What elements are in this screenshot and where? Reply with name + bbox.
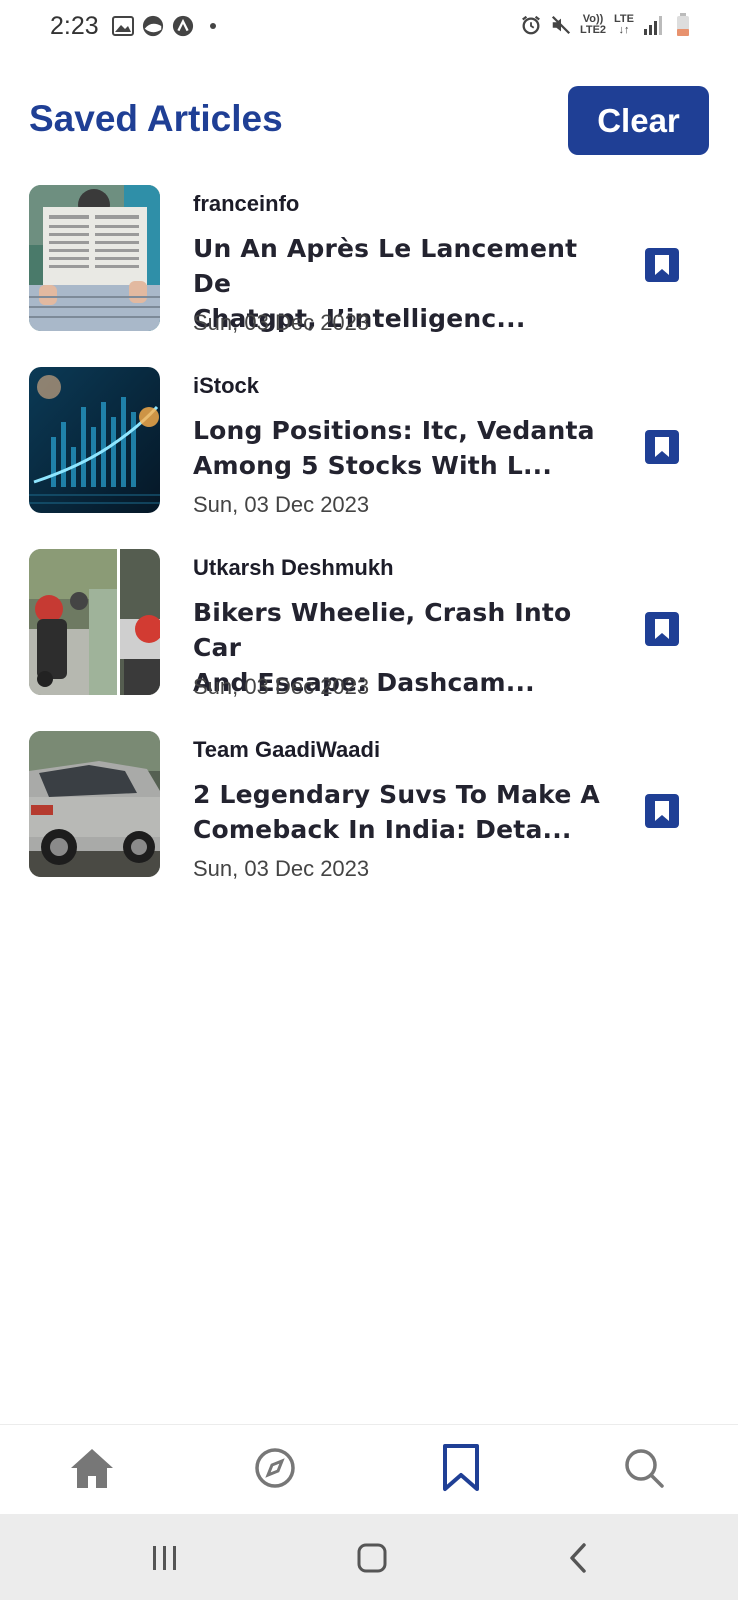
back-icon[interactable] xyxy=(558,1540,598,1576)
article-source: Team GaadiWaadi xyxy=(193,737,381,762)
app-circle-icon xyxy=(142,15,164,37)
list-item[interactable]: Utkarsh Deshmukh Bikers Wheelie, Crash I… xyxy=(0,549,738,699)
home-square-icon[interactable] xyxy=(352,1540,392,1576)
search-icon[interactable] xyxy=(619,1443,669,1493)
bookmark-icon[interactable] xyxy=(643,792,681,830)
alarm-icon xyxy=(520,14,542,36)
article-source: Utkarsh Deshmukh xyxy=(193,555,394,580)
article-date: Sun, 03 Dec 2023 xyxy=(193,674,370,699)
bookmark-icon[interactable] xyxy=(436,1443,486,1493)
article-date: Sun, 03 Dec 2023 xyxy=(193,856,370,881)
article-date: Sun, 03 Dec 2023 xyxy=(193,310,370,335)
bottom-nav xyxy=(0,1424,738,1515)
system-nav-bar xyxy=(0,1514,738,1600)
article-date: Sun, 03 Dec 2023 xyxy=(193,492,370,517)
article-thumbnail[interactable] xyxy=(29,185,160,331)
list-item[interactable]: iStock Long Positions: Itc, Vedanta Amon… xyxy=(0,367,738,517)
mute-icon xyxy=(550,14,572,36)
status-right-icons: Vo)) LTE2 LTE ↓↑ xyxy=(520,13,694,36)
recents-icon[interactable] xyxy=(145,1540,185,1576)
lte-icon: LTE ↓↑ xyxy=(614,13,634,36)
bookmark-icon[interactable] xyxy=(643,428,681,466)
page-title: Saved Articles xyxy=(29,98,283,139)
app-a-icon xyxy=(172,15,194,37)
list-item[interactable]: Team GaadiWaadi 2 Legendary Suvs To Make… xyxy=(0,731,738,881)
compass-icon[interactable] xyxy=(250,1443,300,1493)
image-icon xyxy=(112,15,134,37)
list-item[interactable]: franceinfo Un An Après Le Lancement De C… xyxy=(0,185,738,335)
article-thumbnail[interactable] xyxy=(29,549,160,695)
signal-icon xyxy=(642,14,664,36)
battery-icon xyxy=(672,13,694,36)
status-bar: 2:23 Vo)) LTE2 LTE ↓↑ xyxy=(0,0,738,54)
article-title[interactable]: 2 Legendary Suvs To Make A Comeback In I… xyxy=(193,777,603,847)
bookmark-icon[interactable] xyxy=(643,610,681,648)
article-source: iStock xyxy=(193,373,260,398)
article-thumbnail[interactable] xyxy=(29,367,160,513)
article-thumbnail[interactable] xyxy=(29,731,160,877)
status-time: 2:23 xyxy=(50,12,99,40)
dot-icon xyxy=(202,15,224,37)
status-left-icons xyxy=(112,15,224,37)
volte-icon: Vo)) LTE2 xyxy=(579,13,607,36)
article-source: franceinfo xyxy=(193,191,300,216)
clear-button[interactable]: Clear xyxy=(568,86,709,155)
bookmark-icon[interactable] xyxy=(643,246,681,284)
home-icon[interactable] xyxy=(67,1443,117,1493)
article-title[interactable]: Long Positions: Itc, Vedanta Among 5 Sto… xyxy=(193,413,603,483)
